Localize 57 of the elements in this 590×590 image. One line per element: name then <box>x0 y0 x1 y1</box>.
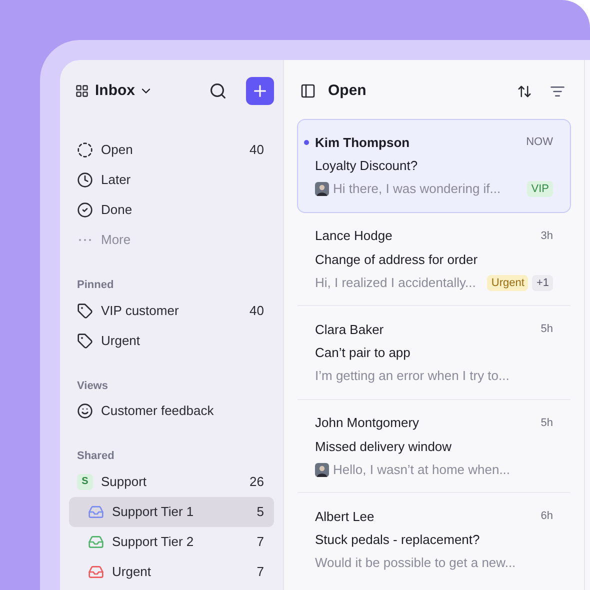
sidebar-toggle-icon[interactable] <box>300 83 316 99</box>
message-subject: Can’t pair to app <box>315 344 412 362</box>
dashed-circle-icon <box>77 142 93 158</box>
sidebar-item[interactable]: S Support 26 <box>69 466 274 496</box>
tag-icon <box>77 302 93 318</box>
sidebar-item[interactable]: Later <box>69 165 274 195</box>
sidebar-item[interactable]: Customer feedback <box>69 396 274 426</box>
message-preview: Hi, I realized I accidentally... <box>315 274 476 292</box>
smiley-icon <box>77 403 93 419</box>
team-badge: S <box>77 474 93 490</box>
message-subject: Stuck pedals - replacement? <box>315 531 481 549</box>
sidebar-item[interactable]: Done <box>69 195 274 225</box>
tag-label: Urgent <box>487 274 528 290</box>
message-preview: Hi there, I was wondering if... <box>333 180 501 198</box>
message-subject: Missed delivery window <box>315 438 453 456</box>
message-card[interactable]: Lance Hodge 3h Change of address for order Hi, I realized I accidentally... Urgent +1 <box>297 212 571 306</box>
message-time: 3h <box>540 228 553 244</box>
compose-button[interactable] <box>246 77 274 105</box>
section-heading: Shared <box>76 449 116 464</box>
plus-icon <box>251 82 269 100</box>
message-subject: Change of address for order <box>315 250 479 269</box>
sender-name: Kim Thompson <box>315 134 411 152</box>
sidebar-item[interactable]: Open 40 <box>69 135 274 165</box>
message-card[interactable]: John Montgomery 5h Missed delivery window Hello, I wasn’t at home when... <box>297 400 571 493</box>
section-heading: Pinned <box>76 278 115 293</box>
sidebar-item[interactable]: Support Tier 2 7 <box>69 526 274 556</box>
sender-name: Lance Hodge <box>315 227 394 246</box>
sender-name: John Montgomery <box>315 414 420 432</box>
section-heading: Views <box>76 378 109 394</box>
check-circle-icon <box>77 202 93 218</box>
filter-icon[interactable] <box>550 84 565 98</box>
message-time: 5h <box>540 322 553 338</box>
message-card[interactable]: Albert Lee 6h Stuck pedals - replacement? Would it be possible to get a new... <box>297 493 571 586</box>
list-title: Open <box>328 80 368 101</box>
clock-icon <box>77 172 93 188</box>
sidebar-item[interactable]: VIP customer 40 <box>69 296 274 326</box>
sidebar-item[interactable]: Support Tier 1 5 <box>69 496 274 526</box>
sender-name: Albert Lee <box>315 508 376 526</box>
search-icon <box>209 82 227 100</box>
message-time: 6h <box>540 509 553 524</box>
message-card[interactable]: Clara Baker 5h Can’t pair to app I’m getting an error when I try to... <box>297 306 571 400</box>
sidebar-item[interactable]: Urgent 7 <box>69 556 274 586</box>
message-time: 5h <box>540 416 553 431</box>
sender-name: Clara Baker <box>315 320 385 339</box>
tag-label: VIP <box>527 181 553 197</box>
sidebar-item[interactable]: Urgent <box>69 326 274 356</box>
message-preview: Would it be possible to get a new... <box>315 554 516 572</box>
grid-icon <box>75 84 89 98</box>
inbox-dropdown[interactable]: Inbox <box>95 80 153 102</box>
message-subject: Loyalty Discount? <box>315 157 419 175</box>
tag-icon <box>77 332 93 348</box>
message-preview: Hello, I wasn’t at home when... <box>333 460 510 479</box>
message-card[interactable]: Kim Thompson NOW Loyalty Discount? Hi there, I was wondering if... VIP <box>297 119 571 212</box>
message-preview: I’m getting an error when I try to... <box>315 367 510 386</box>
sort-icon[interactable] <box>517 84 532 98</box>
tag-label: +1 <box>532 274 553 290</box>
message-time: NOW <box>526 135 553 150</box>
